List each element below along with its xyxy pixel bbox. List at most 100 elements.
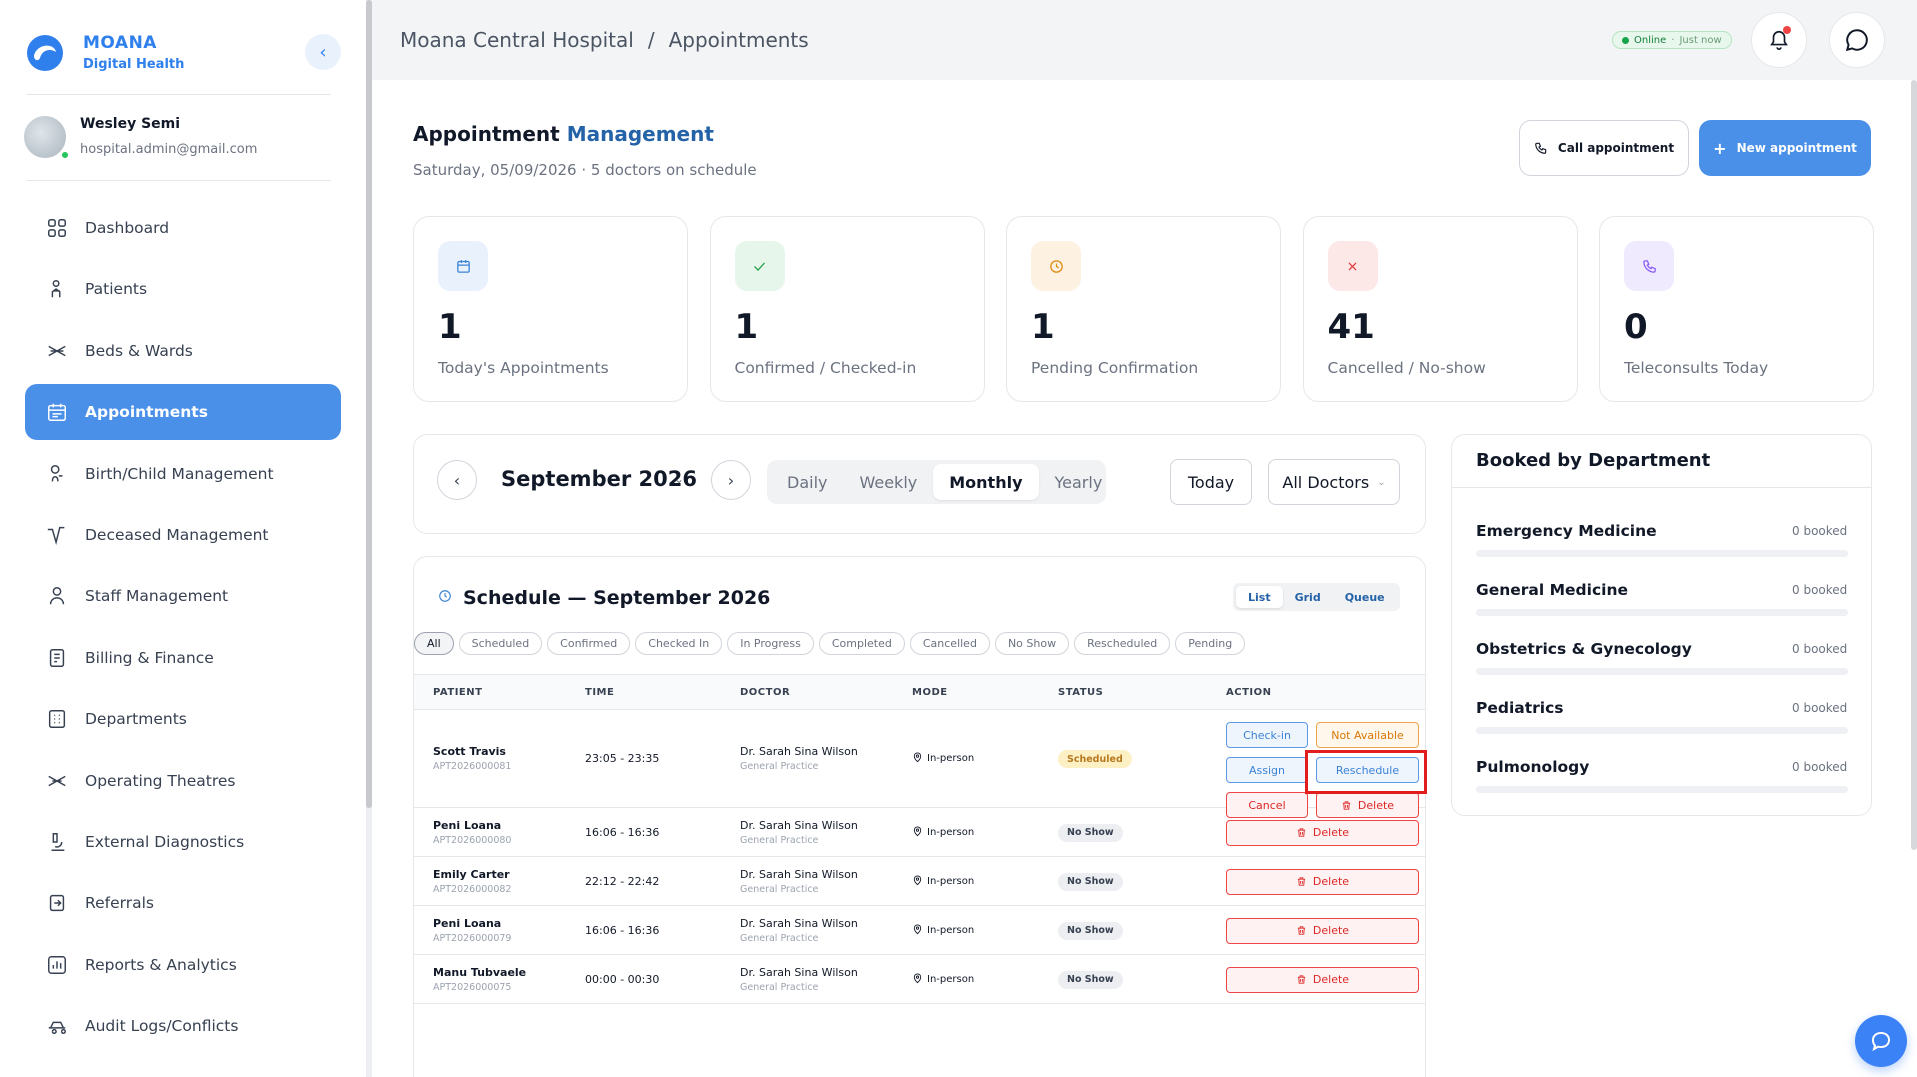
doctor-filter-select[interactable]: All Doctors ⌄ [1268,459,1400,505]
previous-month-button[interactable]: ‹ [437,460,477,500]
support-chat-button[interactable] [1855,1015,1907,1067]
view-mode-queue[interactable]: Queue [1333,586,1397,608]
tab-monthly[interactable]: Monthly [933,464,1039,500]
check-in-button[interactable]: Check-in [1226,722,1308,748]
not-available-button[interactable]: Not Available [1316,722,1419,748]
phone-icon [1624,241,1674,291]
sidebar-item-referrals[interactable]: Referrals [25,875,341,931]
chevron-right-icon: › [727,470,735,490]
stat-value: 1 [1031,307,1055,347]
sidebar-item-patients[interactable]: Patients [25,261,341,317]
call-appointment-button[interactable]: Call appointment [1519,120,1689,176]
sidebar-item-dashboard[interactable]: Dashboard [25,200,341,256]
table-row[interactable]: Scott Travis APT2026000081 23:05 - 23:35 Dr… [414,710,1425,818]
messages-button[interactable] [1829,12,1885,68]
chevron-down-icon: ⌄ [1377,476,1386,488]
sidebar-item-label: Reports & Analytics [85,955,237,974]
delete-button[interactable]: Delete [1226,868,1419,895]
view-mode-grid[interactable]: Grid [1283,586,1333,608]
microscope-icon [45,830,69,854]
tab-daily[interactable]: Daily [771,464,843,500]
filter-chip-in-progress[interactable]: In Progress [727,632,814,655]
sidebar-item-label: Beds & Wards [85,341,193,360]
sidebar-item-departments[interactable]: Departments [25,691,341,747]
last-updated: Just now [1679,34,1722,46]
breadcrumb-separator: / [647,28,655,52]
status-separator: · [1671,34,1675,46]
stat-card: 0 Teleconsults Today [1599,216,1874,402]
collapse-sidebar-button[interactable]: ‹ [305,34,341,70]
appointment-id: APT2026000075 [433,981,512,993]
trash-icon [1297,975,1306,984]
department-progress-bar [1476,727,1848,734]
delete-label: Delete [1312,973,1350,986]
new-appointment-button[interactable]: + New appointment [1699,120,1871,176]
location-pin-icon [913,924,922,934]
stat-card: 1 Pending Confirmation [1006,216,1281,402]
column-header-patient: PATIENT [433,687,483,698]
notifications-button[interactable] [1751,12,1807,68]
sidebar-item-label: Appointments [85,403,208,422]
delete-button[interactable]: Delete [1226,819,1419,846]
view-mode-list[interactable]: List [1236,586,1283,608]
page-title-highlight: Management [566,122,714,146]
assign-button[interactable]: Assign [1226,757,1308,783]
patient-name[interactable]: Scott Travis [433,745,506,758]
user-email: hospital.admin@gmail.com [80,142,258,157]
status-badge: No Show [1058,823,1123,842]
sidebar-item-label: Referrals [85,894,154,913]
filter-chip-all[interactable]: All [414,632,454,655]
doctor-name: Dr. Sarah Sina Wilson [740,867,858,881]
filter-chip-scheduled[interactable]: Scheduled [458,632,543,655]
sidebar-item-reports-analytics[interactable]: Reports & Analytics [25,937,341,993]
page-scrollbar[interactable] [1911,80,1917,850]
today-button[interactable]: Today [1170,459,1252,505]
current-month[interactable]: September 2026 [501,467,697,491]
tab-yearly[interactable]: Yearly [1039,464,1119,500]
sidebar-item-audit-logs-conflicts[interactable]: Audit Logs/Conflicts [25,998,341,1054]
sidebar-item-birth-child-management[interactable]: Birth/Child Management [25,446,341,502]
filter-chip-checked-in[interactable]: Checked In [635,632,723,655]
brand-name: MOANA [83,33,157,53]
filter-chip-completed[interactable]: Completed [818,632,905,655]
sidebar-item-operating-theatres[interactable]: Operating Theatres [25,753,341,809]
doctor-name: Dr. Sarah Sina Wilson [740,916,858,930]
filter-chip-pending[interactable]: Pending [1175,632,1246,655]
sidebar-item-deceased-management[interactable]: Deceased Management [25,507,341,563]
tab-weekly[interactable]: Weekly [843,464,933,500]
chevron-down-icon[interactable]: ⌄ [674,472,684,486]
chevron-left-icon: ‹ [453,470,461,490]
filter-chip-no-show[interactable]: No Show [994,632,1070,655]
next-month-button[interactable]: › [711,460,751,500]
table-row[interactable]: Peni Loana APT2026000079 16:06 - 16:36 Dr. … [414,906,1425,955]
delete-label: Delete [1312,924,1350,937]
sidebar-item-external-diagnostics[interactable]: External Diagnostics [25,814,341,870]
breadcrumb-root[interactable]: Moana Central Hospital [400,28,634,52]
mode-label: In-person [927,826,975,838]
department-count: 0 booked [1792,701,1848,715]
filter-chip-rescheduled[interactable]: Rescheduled [1074,632,1171,655]
table-row[interactable]: Emily Carter APT2026000082 22:12 - 22:42 Dr… [414,857,1425,906]
sidebar-item-beds-wards[interactable]: Beds & Wards [25,323,341,379]
appointment-mode: In-person [912,973,974,985]
sidebar-item-appointments[interactable]: Appointments [25,384,341,441]
filter-chip-confirmed[interactable]: Confirmed [547,632,631,655]
patient-name[interactable]: Peni Loana [433,917,501,930]
patient-name[interactable]: Manu Tubvaele [433,966,526,979]
patient-name[interactable]: Emily Carter [433,868,510,881]
filter-chip-cancelled[interactable]: Cancelled [909,632,990,655]
sidebar-item-billing-finance[interactable]: Billing & Finance [25,630,341,686]
stat-value: 41 [1327,307,1375,347]
patient-name[interactable]: Peni Loana [433,819,501,832]
delete-button[interactable]: Delete [1226,966,1419,993]
delete-button[interactable]: Delete [1226,917,1419,944]
department-card-title: Booked by Department [1476,450,1711,471]
sidebar-item-staff-management[interactable]: Staff Management [25,568,341,624]
doctor-name: Dr. Sarah Sina Wilson [740,965,858,979]
table-row[interactable]: Peni Loana APT2026000080 16:06 - 16:36 Dr. … [414,808,1425,857]
schedule-view-toggle: List Grid Queue [1233,583,1400,611]
mode-label: In-person [927,973,975,985]
trash-icon [1297,877,1306,886]
table-row[interactable]: Manu Tubvaele APT2026000075 00:00 - 00:30 D… [414,955,1425,1004]
stat-card: 1 Confirmed / Checked-in [709,216,985,402]
